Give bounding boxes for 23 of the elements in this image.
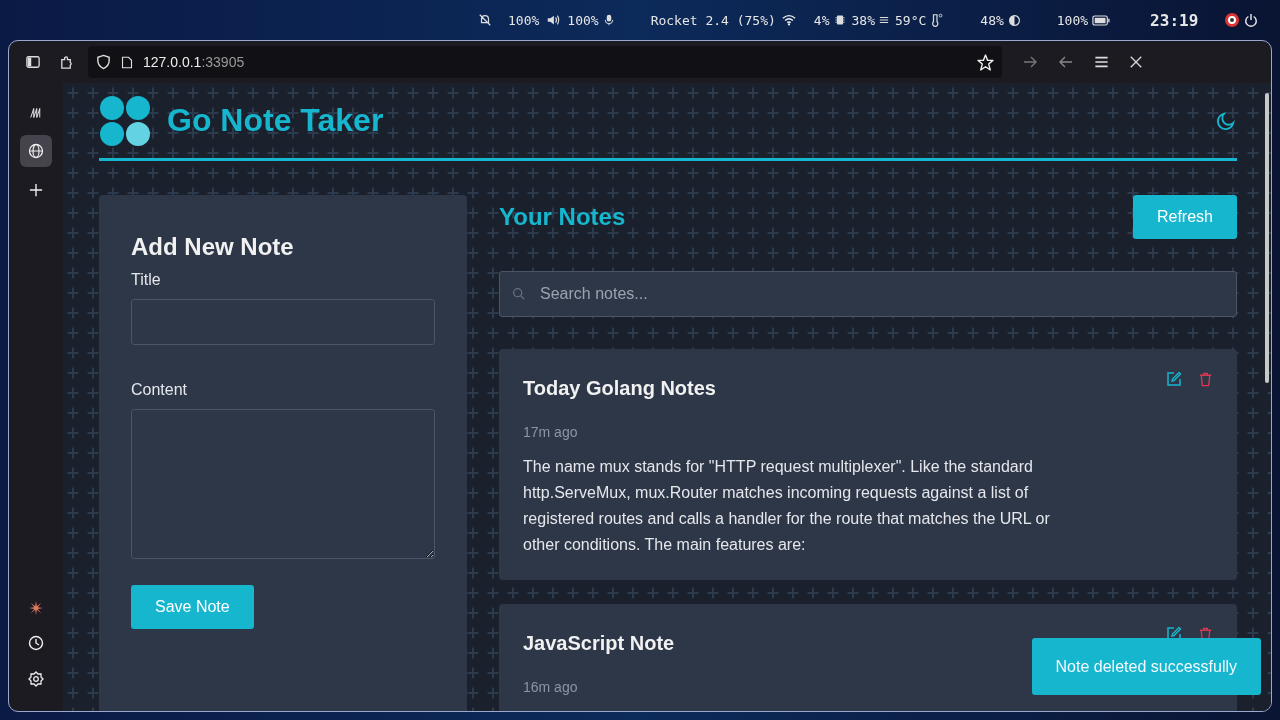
- volume-value: 100%: [567, 12, 599, 28]
- form-heading: Add New Note: [131, 233, 294, 261]
- address-bar[interactable]: 127.0.0.1:33905: [88, 46, 1002, 78]
- note-time: 17m ago: [523, 424, 579, 440]
- app-title: Go Note Taker: [167, 102, 384, 139]
- title-label: Title: [131, 271, 161, 289]
- battery-value: 100%: [1056, 12, 1089, 28]
- memory-value: 38%: [851, 12, 875, 28]
- note-time: 16m ago: [523, 679, 579, 695]
- temperature-value: 59°C: [895, 12, 927, 28]
- cpu-value: 4%: [813, 12, 830, 28]
- url-text: 127.0.0.1:33905: [143, 54, 245, 70]
- display-value: 48%: [980, 12, 1004, 28]
- content-label: Content: [131, 381, 188, 399]
- brightness-value: 100%: [508, 12, 540, 28]
- note-title: Today Golang Notes: [523, 377, 716, 400]
- note-content: The name mux stands for "HTTP request multiplexer". Like the standard http.ServeMux, mux.Router matches incoming requests against a list of registered routes and calls a handler for the route that matches the URL or other conditions. The main features are:: [523, 457, 1051, 555]
- toast-notification: Note deleted successfully: [1031, 638, 1261, 695]
- clock[interactable]: 23:19: [1150, 10, 1199, 30]
- notes-heading: Your Notes: [499, 203, 626, 231]
- note-title: JavaScript Note: [523, 632, 675, 655]
- media-status: Rocket 2.4 (75%): [650, 12, 776, 28]
- search-field[interactable]: Search notes...: [499, 271, 1237, 317]
